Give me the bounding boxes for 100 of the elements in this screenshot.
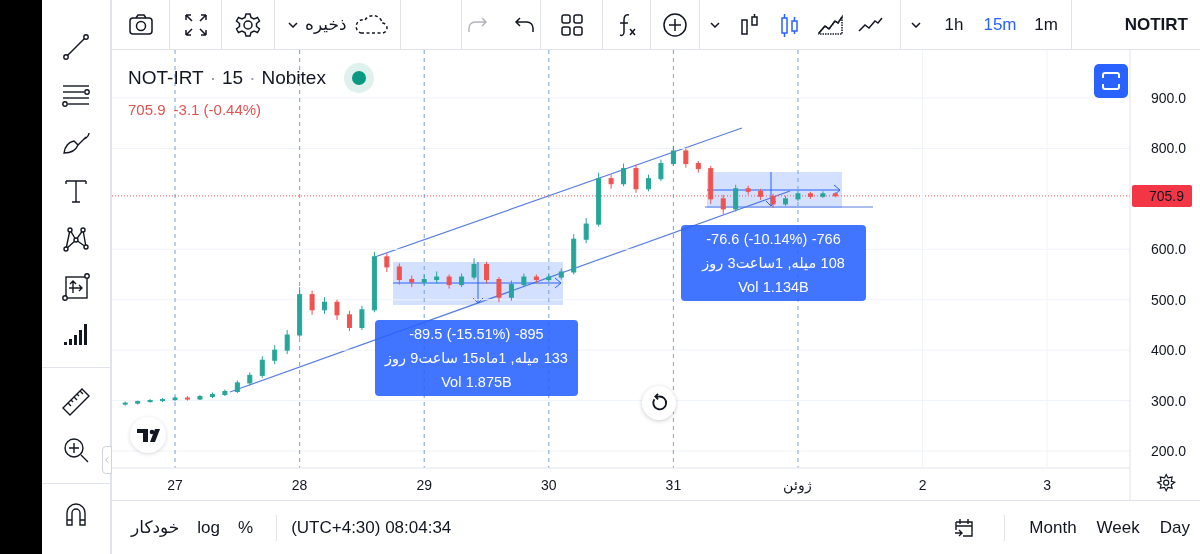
candle (359, 305, 365, 331)
price-label: 900.0 (1150, 90, 1186, 106)
last-price: 705.9 (128, 101, 166, 118)
candle (633, 164, 639, 194)
candle (297, 286, 303, 339)
candle (384, 252, 390, 273)
candle (284, 329, 290, 355)
range-button[interactable]: Day (1149, 513, 1200, 542)
price-label: 500.0 (1150, 291, 1186, 308)
interval-text: 15 (222, 67, 244, 89)
candle (371, 251, 377, 313)
candle (434, 271, 440, 285)
frame-icon (1099, 69, 1123, 93)
candle (596, 172, 602, 228)
candle (770, 193, 776, 209)
candle (309, 290, 315, 316)
candle (670, 145, 676, 167)
candle (558, 267, 564, 281)
candle (832, 191, 838, 198)
range-button[interactable]: Month (1019, 513, 1087, 542)
candle (197, 394, 203, 401)
price-label: 300.0 (1150, 392, 1186, 409)
candle (645, 174, 651, 192)
interval-button[interactable]: 15m (977, 14, 1023, 35)
separator-dot: · (249, 67, 256, 89)
interval-button[interactable]: 1m (1023, 14, 1069, 35)
candle (122, 401, 128, 407)
candle (720, 194, 726, 215)
ref-line-label: 705.9 (1148, 187, 1185, 204)
candle (708, 165, 714, 205)
timezone-clock[interactable]: (UTC+4:30) 08:04:34 (291, 513, 452, 542)
interval-button[interactable]: 1h (931, 14, 977, 35)
time-label: 30 (541, 477, 557, 493)
candle (396, 262, 402, 286)
caret-icon (288, 21, 298, 28)
candle (247, 371, 253, 386)
candle (409, 275, 415, 288)
candle (621, 163, 627, 187)
settings-icon[interactable] (1156, 473, 1177, 493)
candle (521, 273, 527, 288)
candle (807, 191, 813, 200)
candle (484, 261, 489, 285)
candle (758, 188, 764, 201)
time-label: ژوئن (783, 477, 813, 493)
candle (135, 400, 141, 406)
candle (147, 398, 153, 404)
candle (272, 344, 278, 365)
scale-mode-button[interactable]: خودکار (122, 513, 189, 542)
candle (421, 274, 427, 287)
fullscreen-toggle[interactable] (1094, 64, 1128, 98)
separator-dot: · (209, 67, 216, 89)
candle (322, 296, 328, 315)
price-label: 800.0 (1150, 140, 1186, 157)
candle (533, 274, 539, 284)
candle (683, 147, 689, 169)
time-label: 2 (918, 477, 927, 493)
candle (259, 355, 265, 379)
candle (733, 184, 739, 212)
candle (459, 273, 465, 288)
candle (334, 299, 340, 321)
exchange-text: Nobitex (261, 67, 326, 89)
time-label: 29 (416, 477, 432, 493)
candle (608, 174, 614, 190)
price-change: -3.1 (-0.44%) (173, 101, 262, 118)
candle (783, 195, 788, 207)
candle (695, 160, 701, 174)
save-button[interactable]: ذخیره (305, 12, 389, 37)
candle (172, 396, 178, 402)
range-button[interactable]: Week (1086, 513, 1150, 542)
market-status-icon (343, 63, 374, 93)
price-label: 600.0 (1150, 241, 1186, 258)
candle (508, 280, 514, 302)
candle (571, 233, 577, 275)
settings-icon (234, 10, 262, 39)
candle (346, 310, 352, 332)
reset-button[interactable] (642, 386, 676, 420)
candle (160, 397, 166, 403)
caret-icon (911, 21, 921, 28)
candle (658, 159, 664, 182)
chevron-icon (105, 456, 109, 464)
time-label: 27 (167, 477, 183, 493)
scale-mode-button[interactable]: log (188, 513, 230, 542)
ruler-icon[interactable] (60, 386, 92, 418)
scale-mode-button[interactable]: % (229, 513, 263, 542)
price-label: 400.0 (1150, 342, 1186, 359)
plus-circle-icon (661, 10, 689, 39)
candle (583, 217, 589, 244)
price-label: 200.0 (1150, 443, 1186, 459)
time-label: 28 (291, 477, 308, 493)
candle (745, 185, 751, 196)
candle (234, 379, 240, 394)
candle (795, 190, 801, 202)
candle (209, 392, 215, 399)
candle (222, 389, 228, 397)
transform-icon[interactable] (60, 271, 92, 303)
candle (185, 395, 190, 402)
candle (820, 190, 826, 199)
symbol-name: NOTIRT (1124, 14, 1188, 35)
line-tool-icon[interactable] (60, 31, 92, 63)
time-label: 31 (665, 477, 682, 493)
